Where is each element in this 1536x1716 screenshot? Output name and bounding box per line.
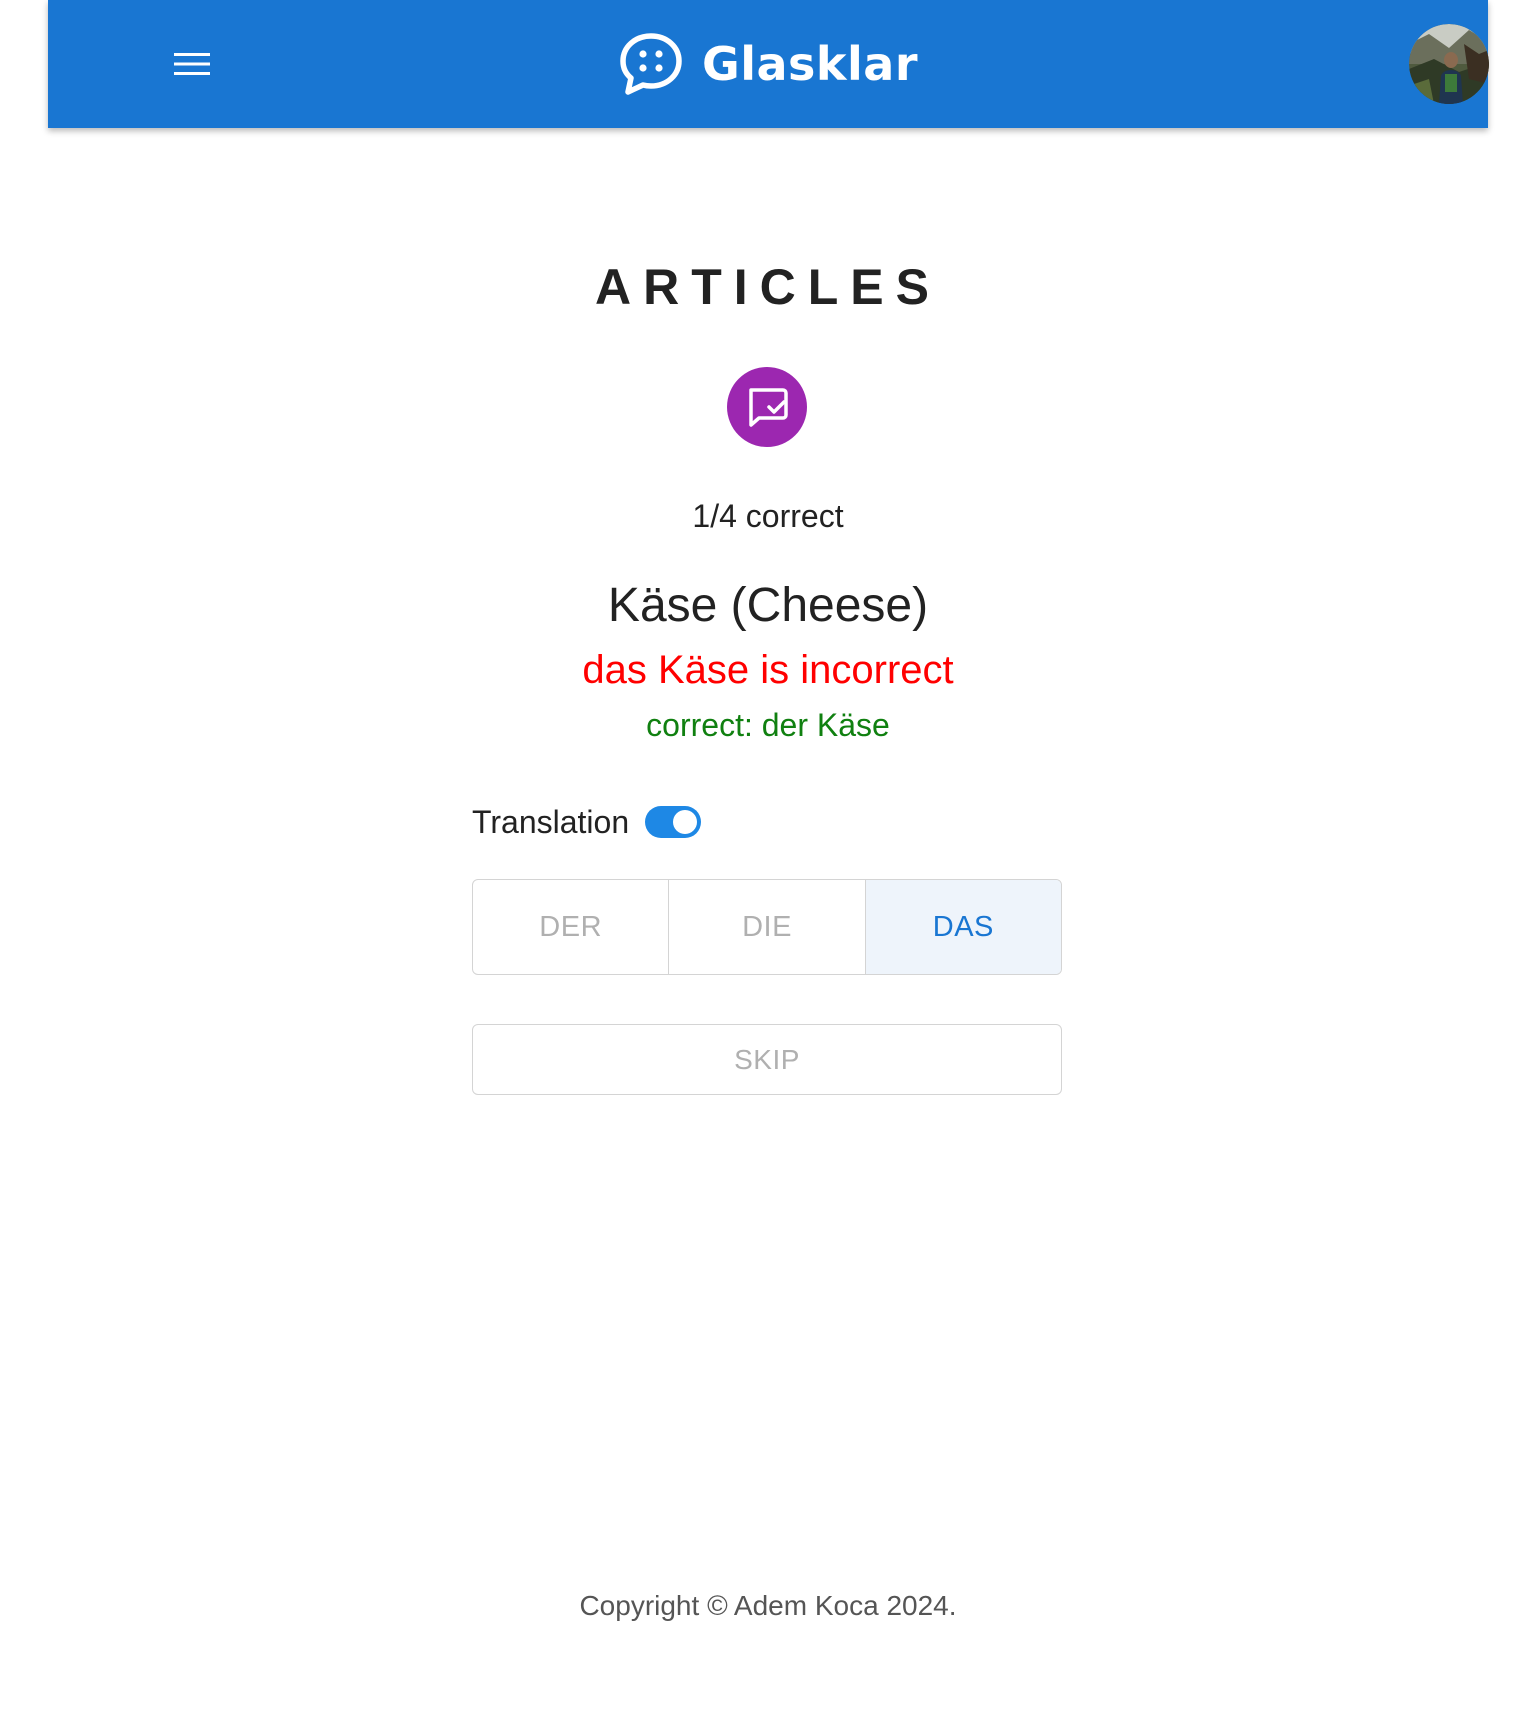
quiz-check-bubble-icon <box>749 388 788 427</box>
menu-button[interactable] <box>160 40 224 88</box>
brand: Glasklar <box>48 28 1488 100</box>
user-avatar[interactable] <box>1409 24 1489 104</box>
current-word: Käse (Cheese) <box>607 579 929 632</box>
page: Glasklar ARTICLES 1/4 correct Käse (Chee… <box>0 0 1536 1716</box>
chat-bubble-dots-icon <box>620 33 682 95</box>
page-title: ARTICLES <box>595 259 941 315</box>
correct-answer-feedback: correct: der Käse <box>646 707 890 743</box>
option-der-button[interactable]: DER <box>473 880 670 974</box>
app-bar: Glasklar <box>48 0 1489 128</box>
translation-label: Translation <box>472 803 630 840</box>
quiz-badge <box>727 367 807 447</box>
option-das-button[interactable]: DAS <box>865 880 1061 974</box>
footer-copyright: Copyright © Adem Koca 2024. <box>579 1590 957 1621</box>
incorrect-feedback: das Käse is incorrect <box>582 648 954 692</box>
option-die-button[interactable]: DIE <box>669 880 866 974</box>
brand-link[interactable]: Glasklar <box>618 31 918 97</box>
switch-knob <box>673 810 698 834</box>
user-avatar-photo <box>1409 24 1489 104</box>
article-options: DER DIE DAS <box>472 879 1062 975</box>
translation-switch[interactable] <box>645 806 702 838</box>
skip-button[interactable]: SKIP <box>472 1024 1062 1095</box>
translation-toggle-row: Translation <box>472 800 702 844</box>
brand-name: Glasklar <box>701 37 919 91</box>
hamburger-menu-icon <box>174 53 210 75</box>
score-text: 1/4 correct <box>692 498 844 534</box>
